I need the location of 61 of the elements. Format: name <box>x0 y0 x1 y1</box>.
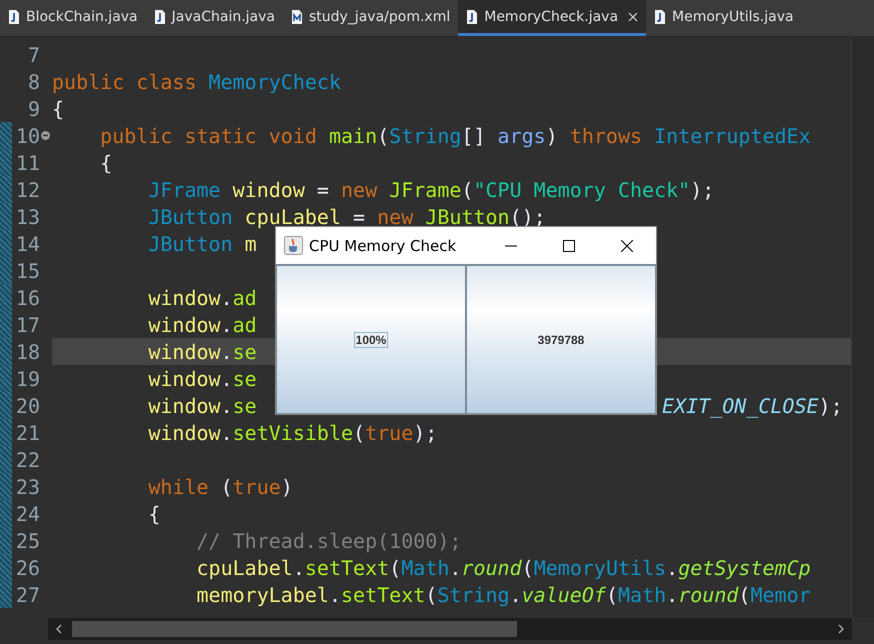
line-number: 13 <box>14 204 40 228</box>
code-line: cpuLabel.setText(Math.round(MemoryUtils.getSystemCp <box>195 556 811 580</box>
editor-tab[interactable]: MemoryUtils.java <box>646 0 802 36</box>
line-number: 21 <box>14 420 40 444</box>
code-line: { <box>52 96 64 120</box>
editor-tab[interactable]: JavaChain.java <box>146 0 283 36</box>
code-line: public class MemoryCheck <box>52 70 341 94</box>
maven-file-icon <box>291 10 303 24</box>
code-line: window.se <box>147 394 258 418</box>
editor-tab[interactable]: MemoryCheck.java <box>458 0 646 36</box>
line-number: 25 <box>14 528 40 552</box>
code-line: { <box>147 502 160 526</box>
code-line: public static void main(String[] args) throws InterruptedEx <box>99 124 811 148</box>
code-line: JButton cpuLabel = new JButton(); <box>147 204 546 228</box>
coffee-cup-icon <box>284 236 303 255</box>
line-number: 26 <box>14 556 40 580</box>
line-number: 7 <box>26 42 40 66</box>
code-line: window.se <box>147 340 257 364</box>
line-number: 9 <box>26 96 40 120</box>
code-line: window.setVisible(true); <box>147 420 438 444</box>
code-line: window.se <box>147 366 257 390</box>
line-number: 12 <box>14 178 40 202</box>
code-line: memoryLabel.setText(String.valueOf(Math.round(Memor <box>195 582 811 606</box>
code-line: window.ad <box>147 312 257 336</box>
code-line: JButton m <box>147 232 257 256</box>
line-number: 18 <box>14 340 40 364</box>
java-file-icon <box>654 10 666 24</box>
horizontal-scrollbar[interactable] <box>48 618 852 640</box>
value-button[interactable]: 100% <box>276 265 466 414</box>
line-number: 8 <box>26 70 40 94</box>
line-number: 16 <box>14 286 40 310</box>
line-number: 15 <box>14 258 40 282</box>
code-line: { <box>99 150 112 174</box>
java-file-icon <box>154 10 166 24</box>
code-line: EXIT_ON_CLOSE); <box>662 394 843 418</box>
editor-tab[interactable]: BlockChain.java <box>0 0 146 36</box>
code-line: while (true) <box>147 474 293 498</box>
close-icon[interactable] <box>628 12 638 22</box>
line-number: 27 <box>14 582 40 606</box>
line-number: 10 <box>14 124 40 148</box>
window-title: CPU Memory Check <box>309 236 458 254</box>
close-icon <box>621 240 633 252</box>
line-number: 22 <box>14 448 40 472</box>
code-line: JFrame window = new JFrame("CPU Memory Check"); <box>147 178 714 202</box>
code-line: window.ad <box>147 286 257 310</box>
line-number: 17 <box>14 312 40 336</box>
line-number: 11 <box>14 150 40 174</box>
editor-tab[interactable]: study_java/pom.xml <box>283 0 458 36</box>
line-number: 24 <box>14 502 40 526</box>
vertical-scrollbar[interactable] <box>851 37 874 618</box>
code-line: // Thread.sleep(1000); <box>195 528 462 552</box>
fold-icon[interactable] <box>41 131 50 140</box>
line-number: 19 <box>14 366 40 390</box>
java-file-icon <box>8 10 20 24</box>
line-number: 23 <box>14 474 40 498</box>
maximize-icon <box>563 240 575 252</box>
java-file-icon <box>466 10 478 24</box>
line-number: 14 <box>14 232 40 256</box>
line-number: 20 <box>14 394 40 418</box>
scrollbar-thumb[interactable] <box>72 621 517 637</box>
value-button[interactable]: 3979788 <box>466 265 656 414</box>
